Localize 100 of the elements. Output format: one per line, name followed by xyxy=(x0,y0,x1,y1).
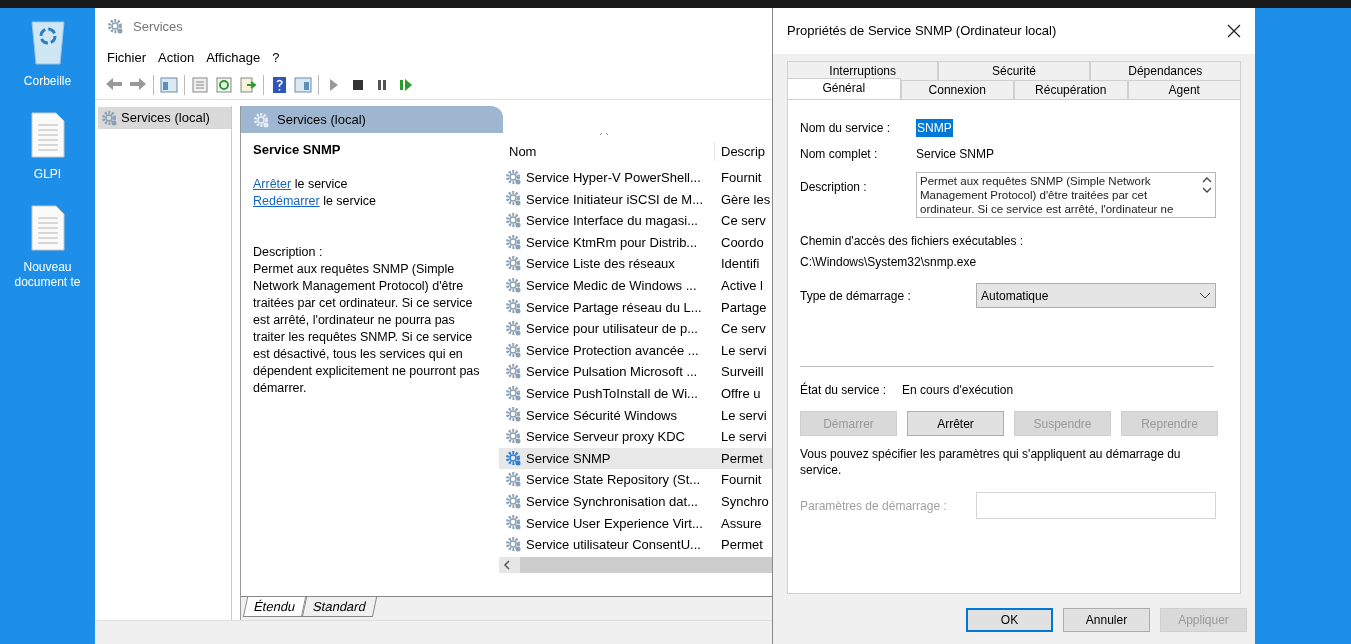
table-row[interactable]: Service Serveur proxy KDC Le servi xyxy=(499,426,772,448)
panel-view-icon[interactable] xyxy=(160,75,178,94)
service-status-value: En cours d'exécution xyxy=(902,382,1014,399)
table-cell-text: Gère les xyxy=(720,190,771,209)
tree-label[interactable]: Services (local) xyxy=(121,108,210,128)
column-header[interactable]: Nom xyxy=(499,141,715,161)
description-field[interactable]: Permet aux requêtes SNMP (Simple Network Management Protocol) d'être traitées par cet ordinateur. Si ce service est arrêté, l'ordinateur ne xyxy=(916,172,1216,218)
table-row[interactable]: Service Protection avancée ... Le servi xyxy=(499,339,772,362)
panel-view-icon[interactable] xyxy=(294,75,312,94)
view-tab[interactable]: Standard xyxy=(302,597,378,617)
gear-icon xyxy=(505,341,523,360)
gear-icon xyxy=(505,535,523,554)
table-cell-text: Service KtmRm pour Distrib... xyxy=(526,233,698,252)
table-row[interactable]: Service PushToInstall de Wi... Offre u xyxy=(499,382,772,405)
table-cell-text: Service PushToInstall de Wi... xyxy=(526,385,698,403)
horizontal-scrollbar[interactable] xyxy=(499,556,772,573)
table-cell-text: Service pour utilisateur de p... xyxy=(526,320,698,339)
action-text: Redémarrer le service xyxy=(253,193,377,210)
gear-icon xyxy=(505,427,523,446)
column-header-label[interactable]: Nom xyxy=(509,141,537,161)
table-cell-text: Fournit xyxy=(720,169,762,188)
properties-icon[interactable] xyxy=(191,75,209,94)
gear-icon xyxy=(505,492,523,511)
table-cell-text: Permet xyxy=(720,536,763,555)
table-cell-text: Permet xyxy=(720,449,763,468)
table-cell-text: Service SNMP xyxy=(526,449,611,468)
action-link[interactable]: Redémarrer xyxy=(253,194,320,208)
help-icon[interactable] xyxy=(270,75,288,94)
table-cell-text: Surveill xyxy=(720,363,764,382)
table-row[interactable]: Service KtmRm pour Distrib... Coordo xyxy=(499,231,772,254)
gear-icon xyxy=(505,233,523,252)
service-control-button[interactable]: Arrêter xyxy=(907,411,1004,436)
gear-icon xyxy=(505,212,523,230)
refresh-icon[interactable] xyxy=(215,75,233,94)
table-row[interactable]: Service utilisateur ConsentU... Permet xyxy=(499,534,772,556)
dialog-tab[interactable]: Interruptions xyxy=(787,61,939,80)
table-row[interactable]: Service Liste des réseaux Identifi xyxy=(499,253,772,275)
field-label: Nom du service : xyxy=(800,120,892,137)
table-row[interactable]: Service User Experience Virt... Assure xyxy=(499,512,772,535)
dialog-tab[interactable]: Récupération xyxy=(1014,80,1128,99)
window-title: Services xyxy=(133,17,183,36)
menu-item[interactable]: ? xyxy=(266,47,286,68)
action-link[interactable]: Arrêter xyxy=(253,177,292,191)
field-label: Paramètres de démarrage : xyxy=(800,497,948,515)
column-header[interactable]: Descrip xyxy=(715,141,766,161)
table-cell-text: Service Medic de Windows ... xyxy=(526,277,697,295)
table-row[interactable]: Service Synchronisation dat... Synchro xyxy=(499,490,772,513)
start-parameters-field[interactable] xyxy=(976,492,1216,519)
dialog-tab[interactable]: Sécurité xyxy=(938,61,1090,80)
dialog-tab[interactable]: Connexion xyxy=(900,80,1014,99)
field-label: Type de démarrage : xyxy=(800,287,912,305)
table-cell-text: Service Partage réseau du L... xyxy=(526,298,702,317)
table-row[interactable]: Service SNMP Permet xyxy=(499,447,772,470)
table-cell-text: Service Protection avancée ... xyxy=(526,341,699,360)
dialog-tab[interactable]: Général xyxy=(787,78,901,99)
table-cell-text: Service utilisateur ConsentU... xyxy=(526,536,701,555)
description-label: Description : xyxy=(253,244,324,261)
startup-type-dropdown[interactable]: Automatique xyxy=(976,283,1216,308)
note-text: Vous pouvez spécifier les paramètres qui s'appliquent au démarrage du service. xyxy=(800,446,1182,478)
gear-icon xyxy=(107,17,125,36)
table-row[interactable]: Service Partage réseau du L... Partage xyxy=(499,296,772,319)
gear-icon xyxy=(505,276,523,295)
table-row[interactable]: Service Interface du magasi... Ce serv xyxy=(499,210,772,232)
export-icon[interactable] xyxy=(239,75,257,94)
table-cell-text: Service State Repository (St... xyxy=(526,471,701,490)
menu-item[interactable]: Action xyxy=(152,47,201,68)
table-row[interactable]: Service State Repository (St... Fournit xyxy=(499,469,772,491)
table-cell-text: Ce serv xyxy=(720,212,766,231)
table-cell-text: Ce serv xyxy=(720,320,766,339)
close-icon[interactable] xyxy=(1227,24,1241,38)
dialog-button[interactable]: OK xyxy=(966,608,1053,632)
table-cell-text: Synchro xyxy=(720,492,769,511)
table-row[interactable]: Service pour utilisateur de p... Ce serv xyxy=(499,318,772,340)
dialog-tab[interactable]: Dépendances xyxy=(1089,61,1241,80)
table-row[interactable]: Service Sécurité Windows Le servi xyxy=(499,404,772,427)
table-cell-text: Service Liste des réseaux xyxy=(526,255,675,274)
field-label: Nom complet : xyxy=(800,146,879,163)
view-tab[interactable]: Étendu xyxy=(242,597,307,617)
display-name-value: Service SNMP xyxy=(916,146,995,163)
gear-icon xyxy=(505,449,523,468)
table-row[interactable]: Service Pulsation Microsoft ... Surveill xyxy=(499,361,772,383)
document-icon[interactable] xyxy=(29,111,66,159)
table-cell-text: Service Hyper-V PowerShell... xyxy=(526,169,701,188)
service-name-value: SNMP xyxy=(916,119,953,137)
table-row[interactable]: Service Hyper-V PowerShell... Fournit xyxy=(499,167,772,189)
dialog-tab[interactable]: Agent xyxy=(1127,80,1241,99)
table-row[interactable]: Service Medic de Windows ... Active l xyxy=(499,274,772,297)
table-row[interactable]: Service Initiateur iSCSI de M... Gère les xyxy=(499,188,772,211)
table-cell-text: Service Synchronisation dat... xyxy=(526,492,698,511)
table-cell-text: Active l xyxy=(720,277,763,295)
table-cell-text: Fournit xyxy=(720,471,762,490)
gear-icon xyxy=(101,110,117,126)
scroll-up-icon[interactable] xyxy=(1202,177,1212,183)
document-icon[interactable] xyxy=(29,204,66,252)
scroll-down-icon[interactable] xyxy=(1202,187,1212,193)
tree-item[interactable]: Services (local) xyxy=(98,107,231,129)
table-cell-text: Coordo xyxy=(720,233,764,252)
menu-item[interactable]: Affichage xyxy=(200,47,267,68)
dialog-button[interactable]: Annuler xyxy=(1063,608,1150,632)
menu-item[interactable]: Fichier xyxy=(101,47,152,68)
